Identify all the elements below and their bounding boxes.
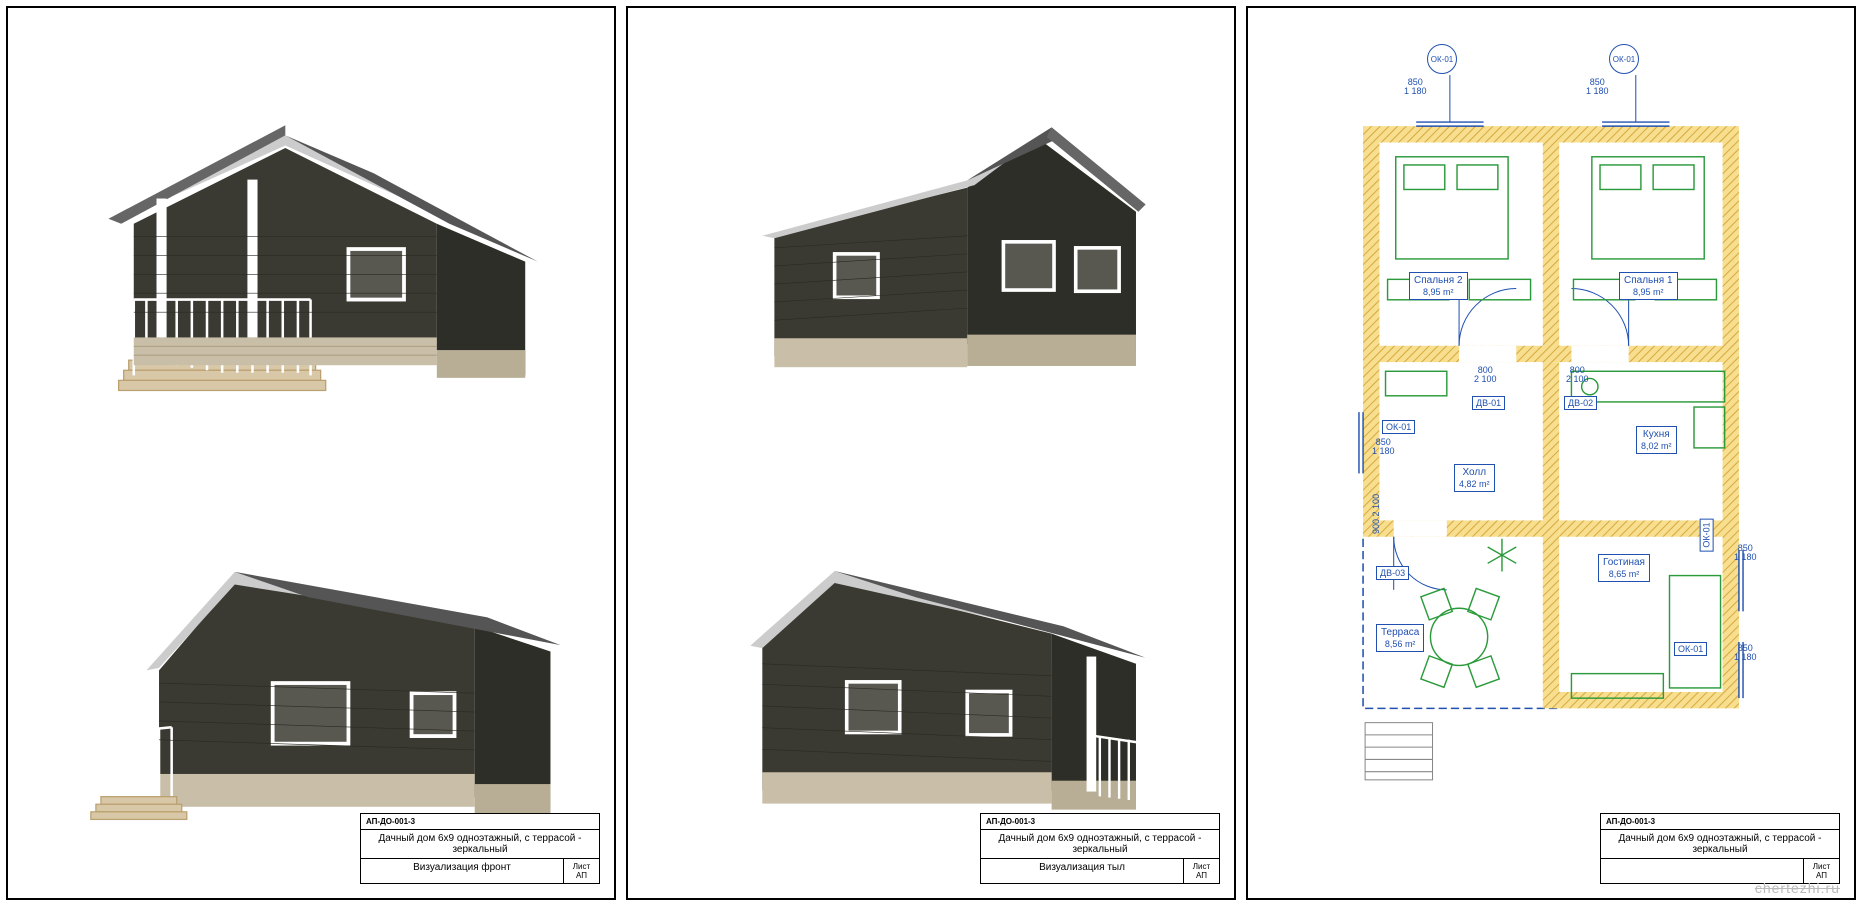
- dim-top-right: 8501 180: [1586, 78, 1609, 97]
- render-front-top: [24, 24, 598, 448]
- leaf-cell: ЛистАП: [563, 859, 599, 883]
- doc-code: АП-ДО-001-3: [361, 814, 420, 829]
- door-tag-2: ДВ-02: [1564, 396, 1597, 410]
- window-tag-top-left: ОК-01: [1427, 44, 1457, 74]
- dim-top-left: 8501 180: [1404, 78, 1427, 97]
- window-tag-right-1: ОК-01: [1700, 518, 1714, 551]
- sheet-rear-visualization: АП-ДО-001-3 Дачный дом 6х9 одноэтажный, …: [626, 6, 1236, 900]
- sheet-front-visualization: АП-ДО-001-3 Дачный дом 6х9 одноэтажный, …: [6, 6, 616, 900]
- dim-door-2: 8002 100: [1566, 366, 1589, 385]
- title-block-1: АП-ДО-001-3 Дачный дом 6х9 одноэтажный, …: [360, 813, 600, 884]
- label-hall: Холл4,82 m²: [1454, 464, 1495, 492]
- door-tag-3: ДВ-03: [1376, 566, 1409, 580]
- sheet-floor-plan: ОК-01 ОК-01 8501 180 8501 180 Спальня 28…: [1246, 6, 1856, 900]
- window-tag-left: ОК-01: [1382, 420, 1415, 434]
- dim-win-left: 8501 180: [1372, 438, 1395, 457]
- dim-win-right-1: 8501 180: [1734, 544, 1757, 563]
- title-block-3: АП-ДО-001-3 Дачный дом 6х9 одноэтажный, …: [1600, 813, 1840, 884]
- sheet-caption: Визуализация фронт: [361, 859, 563, 883]
- label-living: Гостиная8,65 m²: [1598, 554, 1650, 582]
- label-terrace: Терраса8,56 m²: [1376, 624, 1424, 652]
- door-tag-1: ДВ-01: [1472, 396, 1505, 410]
- watermark: chertezhi.ru: [1755, 880, 1840, 896]
- dim-door-1: 8002 100: [1474, 366, 1497, 385]
- title-block-2: АП-ДО-001-3 Дачный дом 6х9 одноэтажный, …: [980, 813, 1220, 884]
- render-rear-top: [644, 24, 1218, 448]
- window-tag-top-right: ОК-01: [1609, 44, 1639, 74]
- dim-door-3: 900 2 100: [1372, 494, 1381, 534]
- dim-win-right-2: 8501 180: [1734, 644, 1757, 663]
- window-tag-right-2: ОК-01: [1674, 642, 1707, 656]
- label-bedroom-1: Спальня 18,95 m²: [1619, 272, 1678, 300]
- label-kitchen: Кухня8,02 m²: [1636, 426, 1677, 454]
- doc-title: Дачный дом 6х9 одноэтажный, с террасой -…: [361, 830, 599, 858]
- label-bedroom-2: Спальня 28,95 m²: [1409, 272, 1468, 300]
- floor-plan: ОК-01 ОК-01 8501 180 8501 180 Спальня 28…: [1264, 24, 1838, 882]
